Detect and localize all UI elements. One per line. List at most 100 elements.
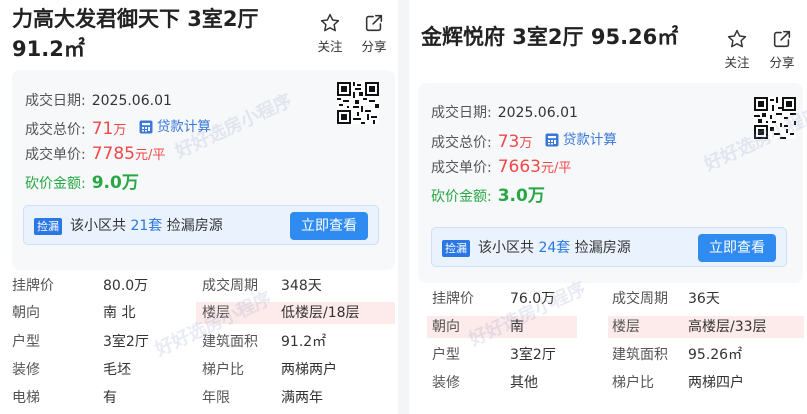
follow-label: 关注 xyxy=(724,55,750,70)
detail-label: 成交周期 xyxy=(612,291,668,307)
detail-value: 3室2厅 xyxy=(103,334,149,350)
share-button[interactable]: 分享 xyxy=(765,28,799,71)
unit-price-label: 成交单价: xyxy=(25,147,86,163)
detail-row: 装修 其他 梯户比 两梯四户 xyxy=(409,370,804,396)
promo-tag: 捡漏 xyxy=(34,218,62,235)
detail-label: 朝向 xyxy=(432,319,460,335)
listing-panel-right: 金辉悦府 3室2厅 95.26㎡ 关注 分享 成交日期: 2025.06.01 成… xyxy=(409,0,807,414)
total-price-unit: 万 xyxy=(519,136,533,151)
detail-label: 建筑面积 xyxy=(612,347,668,363)
detail-label: 电梯 xyxy=(12,390,40,406)
bargain-label: 砍价金额: xyxy=(25,176,86,192)
unit-price-value: 7663 xyxy=(497,157,541,177)
detail-label: 楼层 xyxy=(612,319,640,335)
unit-price-value: 7785 xyxy=(91,144,135,164)
detail-row: 装修 毛坯 梯户比 两梯两户 xyxy=(0,357,395,383)
detail-value: 95.26㎡ xyxy=(688,347,743,363)
share-arrow-icon xyxy=(365,14,383,32)
detail-label: 梯户比 xyxy=(612,375,654,391)
detail-value: 348天 xyxy=(281,278,322,294)
star-outline-icon xyxy=(320,13,340,32)
detail-label: 挂牌价 xyxy=(432,291,474,307)
follow-button[interactable]: 关注 xyxy=(720,28,754,71)
detail-row: 电梯 有 年限 满两年 xyxy=(0,385,395,411)
detail-value: 南 xyxy=(510,319,524,335)
calculator-icon xyxy=(545,133,559,147)
detail-value: 其他 xyxy=(510,375,538,391)
detail-label: 户型 xyxy=(432,347,460,363)
detail-value: 高楼层/33层 xyxy=(688,319,767,335)
detail-value: 80.0万 xyxy=(103,278,149,294)
promo-prefix: 该小区共 xyxy=(478,240,534,256)
loan-calc-link[interactable]: 贷款计算 xyxy=(139,117,211,137)
detail-row: 挂牌价 76.0万 成交周期 36天 xyxy=(409,286,804,312)
bargain-promo-banner: 捡漏 该小区共 21套 捡漏房源 立即查看 xyxy=(23,205,379,245)
total-price-unit: 万 xyxy=(113,123,127,138)
share-label: 分享 xyxy=(769,55,795,70)
deal-date-row: 成交日期: 2025.06.01 xyxy=(25,91,172,111)
promo-count: 21套 xyxy=(130,218,163,234)
bargain-value: 3.0万 xyxy=(497,186,545,206)
loan-calc-label: 贷款计算 xyxy=(562,132,617,148)
promo-tag: 捡漏 xyxy=(442,240,470,257)
view-now-button[interactable]: 立即查看 xyxy=(698,234,776,262)
detail-row: 朝向 南 北 楼层 低楼层/18层 xyxy=(0,300,395,326)
detail-value: 满两年 xyxy=(281,390,323,406)
loan-calc-link[interactable]: 贷款计算 xyxy=(545,130,617,150)
detail-value: 毛坯 xyxy=(103,362,131,378)
detail-label: 户型 xyxy=(12,334,40,350)
detail-label: 装修 xyxy=(12,362,40,378)
total-price-row: 成交总价: 73万 贷款计算 xyxy=(431,130,617,154)
detail-value: 两梯两户 xyxy=(281,362,337,378)
detail-value: 36天 xyxy=(688,291,720,307)
star-outline-icon xyxy=(727,29,747,48)
unit-price-suffix: 元/平 xyxy=(540,161,572,176)
detail-value: 76.0万 xyxy=(510,291,556,307)
deal-date-value: 2025.06.01 xyxy=(91,93,172,109)
listing-title: 金辉悦府 3室2厅 95.26㎡ xyxy=(421,25,679,49)
qr-code-icon[interactable] xyxy=(337,82,379,124)
bargain-value: 9.0万 xyxy=(91,173,139,193)
unit-price-row: 成交单价: 7785元/平 xyxy=(25,144,165,166)
deal-date-row: 成交日期: 2025.06.01 xyxy=(431,103,578,123)
detail-label: 建筑面积 xyxy=(202,334,258,350)
promo-suffix: 捡漏房源 xyxy=(166,218,223,234)
follow-button[interactable]: 关注 xyxy=(313,12,347,55)
detail-label: 楼层 xyxy=(202,305,230,321)
bargain-label: 砍价金额: xyxy=(431,189,492,205)
deal-date-label: 成交日期: xyxy=(431,105,492,121)
listing-panel-left: 力高大发君御天下 3室2厅 91.2㎡ 关注 分享 成交日期: 2025.06.0… xyxy=(0,0,398,414)
share-arrow-icon xyxy=(773,30,791,48)
deal-summary-card: 成交日期: 2025.06.01 成交总价: 71万 贷款计算 成交单价: 7785元… xyxy=(12,70,395,270)
detail-value: 两梯四户 xyxy=(688,375,744,391)
detail-label: 年限 xyxy=(202,390,230,406)
unit-price-label: 成交单价: xyxy=(431,160,492,176)
deal-date-value: 2025.06.01 xyxy=(497,105,578,121)
detail-row: 挂牌价 80.0万 成交周期 348天 xyxy=(0,273,395,299)
total-price-label: 成交总价: xyxy=(431,135,492,151)
listing-title: 力高大发君御天下 3室2厅 91.2㎡ xyxy=(12,7,259,61)
detail-value: 3室2厅 xyxy=(510,347,556,363)
promo-prefix: 该小区共 xyxy=(70,218,126,234)
total-price-value: 73 xyxy=(497,132,520,152)
share-button[interactable]: 分享 xyxy=(357,12,391,55)
detail-value: 低楼层/18层 xyxy=(281,305,360,321)
unit-price-row: 成交单价: 7663元/平 xyxy=(431,157,571,179)
deal-date-label: 成交日期: xyxy=(25,93,86,109)
deal-summary-card: 成交日期: 2025.06.01 成交总价: 73万 贷款计算 成交单价: 7663元… xyxy=(418,83,803,283)
detail-value: 南 北 xyxy=(103,305,136,321)
follow-label: 关注 xyxy=(317,39,343,54)
detail-label: 朝向 xyxy=(12,305,40,321)
bargain-row: 砍价金额: 9.0万 xyxy=(25,173,139,194)
view-now-button[interactable]: 立即查看 xyxy=(290,212,368,240)
share-label: 分享 xyxy=(361,39,387,54)
qr-code-icon[interactable] xyxy=(754,97,796,139)
detail-row: 户型 3室2厅 建筑面积 91.2㎡ xyxy=(0,329,395,355)
promo-suffix: 捡漏房源 xyxy=(574,240,631,256)
detail-value: 有 xyxy=(103,390,117,406)
unit-price-suffix: 元/平 xyxy=(134,148,166,163)
promo-count: 24套 xyxy=(538,240,571,256)
detail-value: 91.2㎡ xyxy=(281,334,327,350)
bargain-promo-banner: 捡漏 该小区共 24套 捡漏房源 立即查看 xyxy=(431,227,787,267)
total-price-row: 成交总价: 71万 贷款计算 xyxy=(25,117,211,141)
